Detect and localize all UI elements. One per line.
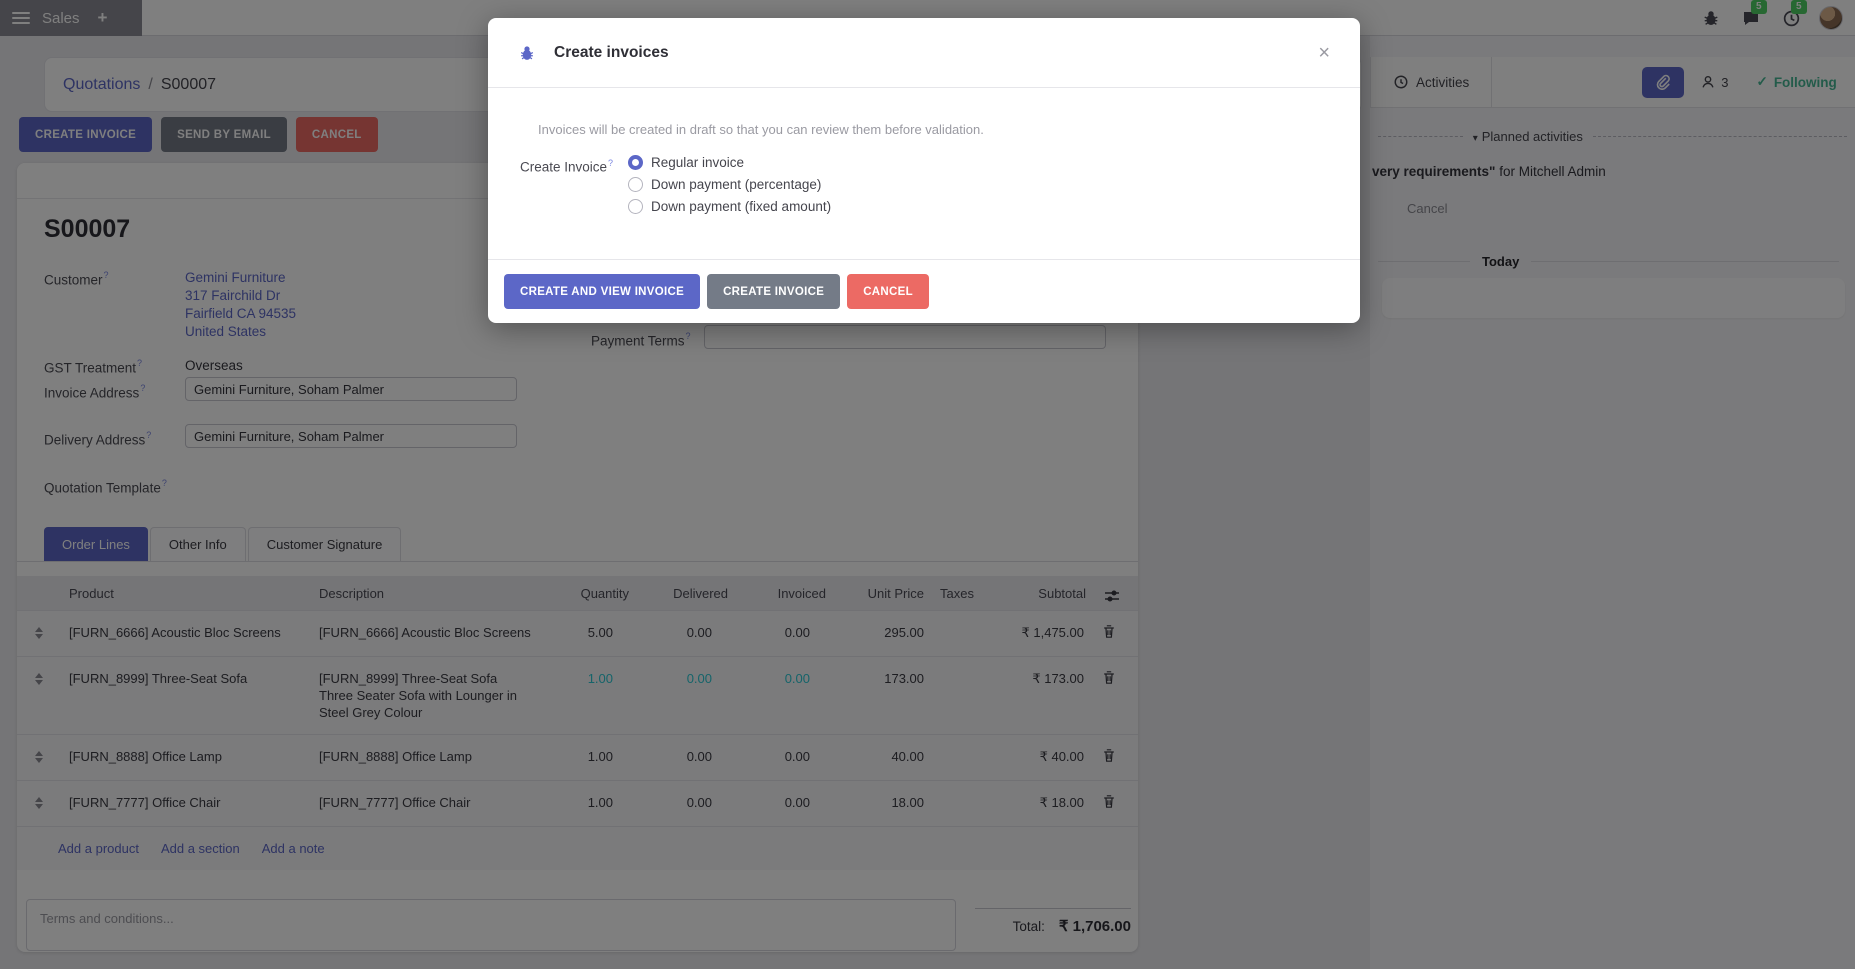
dialog-create-invoice-button[interactable]: CREATE INVOICE [707,274,840,309]
radio-icon[interactable] [628,199,643,214]
bug-icon [518,44,536,62]
dialog-footer: CREATE AND VIEW INVOICE CREATE INVOICE C… [488,259,1360,323]
radio-selected-icon[interactable] [628,155,643,170]
create-invoice-field-label: Create Invoice? [520,158,613,175]
odoo-sales-screen: Sales + 5 5 [0,0,1855,969]
option-regular-invoice[interactable]: Regular invoice [628,155,831,170]
radio-icon[interactable] [628,177,643,192]
dialog-title: Create invoices [554,44,669,62]
create-invoices-dialog: Create invoices × Invoices will be creat… [488,18,1360,323]
dialog-info-text: Invoices will be created in draft so tha… [538,122,984,137]
option-down-payment-fixed[interactable]: Down payment (fixed amount) [628,199,831,214]
create-invoice-options: Regular invoice Down payment (percentage… [628,155,831,214]
close-icon[interactable]: × [1318,43,1330,63]
create-and-view-invoice-button[interactable]: CREATE AND VIEW INVOICE [504,274,700,309]
option-down-payment-percentage[interactable]: Down payment (percentage) [628,177,831,192]
dialog-cancel-button[interactable]: CANCEL [847,274,929,309]
help-marker: ? [608,158,613,168]
dialog-header: Create invoices × [488,18,1360,88]
